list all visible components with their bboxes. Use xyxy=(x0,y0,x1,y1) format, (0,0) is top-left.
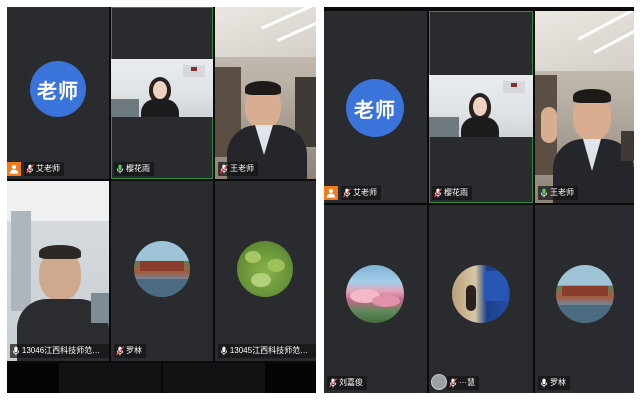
participant-name: 罗林 xyxy=(126,346,142,355)
participant-tile-video[interactable]: 王老师 xyxy=(215,7,316,179)
participant-name: 樱花雨 xyxy=(444,188,468,197)
mic-muted-icon xyxy=(26,164,34,174)
video-feed xyxy=(535,11,634,203)
participant-tile-avatar[interactable]: 罗林 xyxy=(111,181,213,361)
participant-tile-video[interactable]: 13046江西科技师范大... xyxy=(7,181,109,361)
participant-avatar xyxy=(556,265,614,323)
participant-tile-avatar[interactable]: 13045江西科技师范大... xyxy=(215,181,316,361)
host-icon xyxy=(324,186,338,200)
mic-icon xyxy=(220,346,228,356)
participant-name: 王老师 xyxy=(230,164,254,173)
participant-tile-avatar[interactable]: 罗林 xyxy=(535,205,634,393)
participant-name: 艾老师 xyxy=(36,164,60,173)
mic-muted-icon xyxy=(434,188,442,198)
mic-muted-icon xyxy=(220,164,228,174)
participant-name-bar: 13046江西科技师范大... xyxy=(10,344,109,358)
participant-name-bar: 艾老师 xyxy=(341,186,381,200)
meeting-window-left: 老师 艾老师 樱花雨 王老师 13046江西科技师范大... 罗林 13045江… xyxy=(7,7,316,393)
video-feed xyxy=(429,75,533,137)
participant-name-bar: 樱花雨 xyxy=(114,162,154,176)
participant-tile-video[interactable]: 樱花雨 xyxy=(429,11,533,203)
participant-avatar xyxy=(346,265,404,323)
participant-name: 13045江西科技师范大... xyxy=(229,346,313,355)
participant-name: 樱花雨 xyxy=(126,164,150,173)
participant-avatar: 老师 xyxy=(346,79,404,137)
bottom-toolbar xyxy=(7,363,316,393)
user-avatar-badge xyxy=(431,374,447,390)
mic-icon xyxy=(540,378,548,388)
mic-icon xyxy=(116,164,124,174)
video-feed xyxy=(111,59,213,117)
participant-name: 艾老师 xyxy=(353,188,377,197)
participant-tile-host[interactable]: 老师 艾老师 xyxy=(324,11,427,203)
mic-muted-icon xyxy=(116,346,124,356)
participant-tile-avatar[interactable]: 刘嘉俊 xyxy=(324,205,427,393)
participant-name-bar: 罗林 xyxy=(114,344,146,358)
mic-icon xyxy=(12,346,20,356)
participant-name: ···慧 xyxy=(459,378,475,387)
participant-name-bar: 13045江西科技师范大... xyxy=(218,344,316,358)
participant-name: 罗林 xyxy=(550,378,566,387)
mic-muted-icon xyxy=(329,378,337,388)
participant-avatar xyxy=(134,241,190,297)
participant-tile-video[interactable]: 王老师 xyxy=(535,11,634,203)
participant-tile-avatar[interactable]: ···慧 xyxy=(429,205,533,393)
video-feed xyxy=(215,7,316,179)
participant-name-bar: 刘嘉俊 xyxy=(327,376,367,390)
host-icon xyxy=(7,162,21,176)
mic-icon xyxy=(540,188,548,198)
participant-name: 王老师 xyxy=(550,188,574,197)
participant-name-bar: 王老师 xyxy=(538,186,578,200)
participant-name-bar: 樱花雨 xyxy=(432,186,472,200)
participant-avatar xyxy=(452,265,510,323)
participant-tile-host[interactable]: 老师 艾老师 xyxy=(7,7,109,179)
meeting-window-right: 老师 艾老师 樱花雨 王老师 刘嘉俊 ···慧 罗林 xyxy=(324,7,634,393)
participant-name: 刘嘉俊 xyxy=(339,378,363,387)
participant-name: 13046江西科技师范大... xyxy=(21,346,106,355)
participant-tile-video[interactable]: 樱花雨 xyxy=(111,7,213,179)
participant-name-bar: 罗林 xyxy=(538,376,570,390)
video-feed xyxy=(7,181,109,361)
mic-muted-icon xyxy=(343,188,351,198)
participant-name-bar: 王老师 xyxy=(218,162,258,176)
participant-name-bar: ···慧 xyxy=(447,376,479,390)
participant-avatar xyxy=(237,241,293,297)
participant-name-bar: 艾老师 xyxy=(24,162,64,176)
mic-muted-icon xyxy=(449,378,457,388)
participant-avatar: 老师 xyxy=(30,61,86,117)
